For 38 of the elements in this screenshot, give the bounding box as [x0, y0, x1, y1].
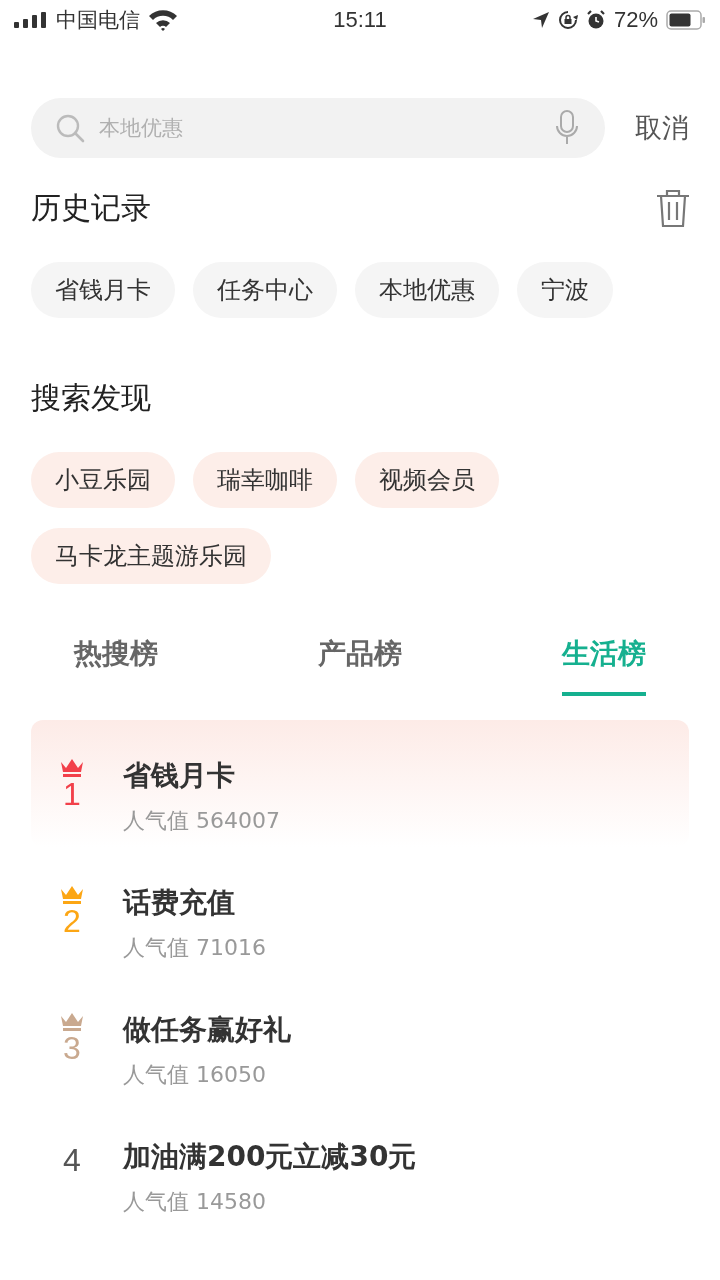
rotation-lock-icon: [557, 10, 578, 30]
ranking-tab[interactable]: 热搜榜: [74, 620, 158, 696]
history-tag[interactable]: 宁波: [517, 262, 613, 318]
search-input[interactable]: 本地优惠: [97, 115, 543, 141]
item-title[interactable]: 话费充值: [123, 885, 266, 921]
history-tag[interactable]: 任务中心: [193, 262, 337, 318]
history-tag[interactable]: 省钱月卡: [31, 262, 175, 318]
location-arrow-icon: [531, 11, 550, 29]
item-title[interactable]: 省钱月卡: [123, 758, 280, 794]
item-title[interactable]: 做任务赢好礼: [123, 1012, 291, 1048]
discover-tag[interactable]: 视频会员: [355, 452, 499, 508]
rank-number: 2: [63, 905, 81, 937]
battery-icon: [666, 10, 706, 30]
popularity-value: 人气值 16050: [123, 1061, 267, 1089]
popularity-value: 人气值 564007: [123, 807, 280, 835]
alarm-icon: [585, 10, 606, 30]
popularity-value: 人气值 71016: [123, 934, 266, 962]
search-bar[interactable]: 本地优惠: [31, 98, 605, 158]
ranking-tab[interactable]: 产品榜: [318, 620, 402, 696]
history-tag[interactable]: 本地优惠: [355, 262, 499, 318]
carrier-name: 中国电信: [56, 7, 140, 34]
signal-icon: [14, 12, 48, 28]
item-title[interactable]: 加油满200元立减30元: [123, 1139, 417, 1175]
discover-tag[interactable]: 瑞幸咖啡: [193, 452, 337, 508]
discover-tag[interactable]: 马卡龙主题游乐园: [31, 528, 271, 584]
wifi-icon: [148, 9, 178, 31]
popularity-value: 人气值 14580: [123, 1188, 267, 1216]
status-time: 15:11: [333, 7, 387, 33]
section-title: 搜索发现: [31, 378, 151, 417]
rank-number: 3: [63, 1032, 81, 1064]
rank-number: 4: [63, 1144, 81, 1176]
section-title: 历史记录: [31, 188, 151, 227]
discover-tag[interactable]: 小豆乐园: [31, 452, 175, 508]
rank-number: 1: [63, 778, 81, 810]
trash-icon[interactable]: [656, 188, 690, 228]
battery-percent: 72%: [613, 7, 658, 33]
search-icon: [55, 113, 85, 143]
cancel-button[interactable]: 取消: [635, 110, 689, 146]
